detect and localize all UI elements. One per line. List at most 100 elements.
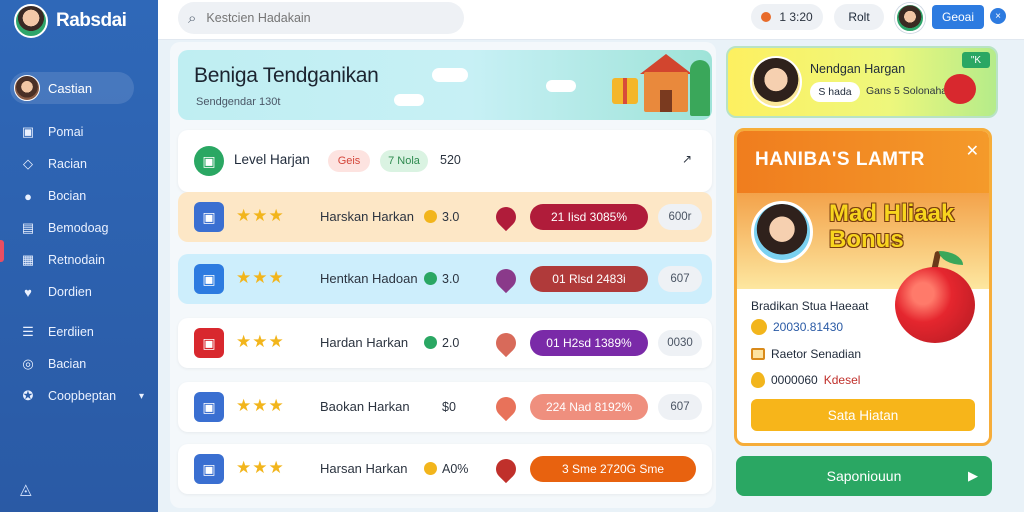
sidebar-item-label: Eerdiien bbox=[48, 325, 94, 339]
table-row[interactable]: ▣ ★★★ Hentkan Hadoan 3.0 01 Rlsd 2483i 607 bbox=[178, 254, 712, 304]
row-tag[interactable]: 607 bbox=[658, 266, 702, 292]
coin-icon bbox=[424, 272, 437, 285]
sidebar: Rabsdai Castian ▣ Pomai ◇ Racian ● Bocian ▤… bbox=[0, 0, 158, 512]
cloud-icon bbox=[432, 68, 468, 82]
drop-icon[interactable]: ◬ bbox=[20, 480, 32, 498]
promo-badge[interactable]: "K bbox=[962, 52, 990, 68]
sidebar-item-label: Bocian bbox=[48, 189, 87, 203]
notifications-button[interactable]: Rolt bbox=[834, 4, 884, 30]
row-tag[interactable]: 0030 bbox=[658, 330, 702, 356]
bonus-line-value: 20030.81430 bbox=[773, 320, 844, 334]
table-row[interactable]: ▣ ★★★ Harsan Harkan A0% 3 Sme 2720G Sme bbox=[178, 444, 712, 494]
coin-icon bbox=[761, 12, 772, 22]
item-icon: ▣ bbox=[194, 328, 224, 358]
sidebar-item-4[interactable]: ▦ Retnodain bbox=[0, 244, 158, 276]
bonus-description: Bradikan Stua Haeaat bbox=[751, 299, 869, 313]
active-indicator bbox=[0, 240, 4, 262]
start-button-label: Saponiouun bbox=[826, 468, 902, 484]
level-card[interactable]: ▣ Level Harjan Geis 7 Nola 520 ↗ bbox=[178, 130, 712, 192]
sidebar-item-8[interactable]: ✪ Coopbeptan ▾ bbox=[0, 380, 158, 412]
start-button[interactable]: Saponiouun ▶ bbox=[736, 456, 992, 496]
bonus-title: HANIBA'S LAMTR bbox=[755, 149, 925, 170]
close-icon[interactable]: ✕ bbox=[966, 141, 979, 161]
page-title: Beniga Tendganikan bbox=[194, 64, 379, 87]
top-action-button[interactable]: Geoai bbox=[932, 5, 984, 29]
sidebar-item-3[interactable]: ▤ Bemodoag bbox=[0, 212, 158, 244]
page-subtitle: Sendgendar 130t bbox=[196, 96, 281, 108]
promo-card[interactable]: Nendgan Hargan S hada Gans 5 Solonaha "K bbox=[726, 46, 998, 118]
topbar: ⌕ 1 3:20 Rolt Geoai × bbox=[158, 0, 1024, 40]
level-chip-green[interactable]: 7 Nola bbox=[380, 150, 428, 172]
table-row[interactable]: ▣ ★★★ Hardan Harkan 2.0 01 H2sd 1389% 0030 bbox=[178, 318, 712, 368]
sidebar-user[interactable]: Castian bbox=[10, 72, 134, 104]
row-value: 3.0 bbox=[442, 210, 460, 224]
bonus-header: HANIBA'S LAMTR ✕ bbox=[737, 131, 989, 193]
sidebar-user-name: Castian bbox=[48, 80, 93, 96]
brand[interactable]: Rabsdai bbox=[14, 4, 127, 38]
house-icon bbox=[636, 54, 694, 114]
sidebar-item-label: Coopbeptan bbox=[48, 389, 117, 403]
close-icon[interactable]: × bbox=[990, 8, 1006, 24]
row-progress-pill[interactable]: 224 Nad 8192% bbox=[530, 394, 648, 420]
avatar[interactable] bbox=[895, 3, 925, 33]
row-value: 2.0 bbox=[442, 336, 460, 350]
promo-chip[interactable]: S hada bbox=[810, 82, 860, 102]
tree-icon bbox=[690, 60, 710, 116]
row-progress-pill[interactable]: 01 Rlsd 2483i bbox=[530, 266, 648, 292]
table-row[interactable]: ▣ ★★★ Baokan Harkan $0 224 Nad 8192% 607 bbox=[178, 382, 712, 432]
gem-icon bbox=[491, 202, 521, 232]
user-icon: ● bbox=[24, 188, 32, 204]
sidebar-item-0[interactable]: ▣ Pomai bbox=[0, 116, 158, 148]
item-icon: ▣ bbox=[194, 264, 224, 294]
row-name: Harskan Harkan bbox=[320, 209, 414, 224]
list-icon: ☰ bbox=[22, 324, 34, 339]
sidebar-item-5[interactable]: ♥ Dordien bbox=[0, 276, 158, 308]
row-progress-pill[interactable]: 3 Sme 2720G Sme bbox=[530, 456, 696, 482]
sidebar-item-label: Pomai bbox=[48, 125, 84, 139]
search-box[interactable]: ⌕ bbox=[178, 2, 464, 34]
tag-icon: ◇ bbox=[23, 156, 33, 171]
bonus-line-reward: Raetor Senadian bbox=[751, 347, 861, 361]
sidebar-item-6[interactable]: ☰ Eerdiien bbox=[0, 316, 158, 348]
row-name: Baokan Harkan bbox=[320, 399, 410, 414]
cloud-icon bbox=[394, 94, 424, 106]
expand-icon[interactable]: ↗ bbox=[682, 152, 692, 166]
star-rating: ★★★ bbox=[236, 458, 285, 477]
star-rating: ★★★ bbox=[236, 396, 285, 415]
row-tag[interactable]: 607 bbox=[658, 394, 702, 420]
level-chip-red[interactable]: Geis bbox=[328, 150, 370, 172]
level-icon: ▣ bbox=[194, 146, 224, 176]
star-rating: ★★★ bbox=[236, 268, 285, 287]
row-progress-pill[interactable]: 01 H2sd 1389% bbox=[530, 330, 648, 356]
search-input[interactable] bbox=[206, 11, 427, 25]
table-row[interactable]: ▣ ★★★ Harskan Harkan 3.0 21 Iisd 3085% 600r bbox=[178, 192, 712, 242]
brand-name: Rabsdai bbox=[56, 10, 127, 31]
sidebar-item-1[interactable]: ◇ Racian bbox=[0, 148, 158, 180]
gem-icon bbox=[491, 392, 521, 422]
row-tag[interactable]: 600r bbox=[658, 204, 702, 230]
sidebar-item-7[interactable]: ◎ Bacian bbox=[0, 348, 158, 380]
grid-icon: ▦ bbox=[21, 252, 35, 267]
promo-note: Gans 5 Solonaha bbox=[866, 85, 948, 97]
sidebar-item-label: Bemodoag bbox=[48, 221, 109, 235]
row-progress-pill[interactable]: 21 Iisd 3085% bbox=[530, 204, 648, 230]
apple-icon bbox=[895, 267, 975, 343]
bonus-headline: Mad Hliaak Bonus bbox=[829, 201, 954, 253]
level-title: Level Harjan bbox=[234, 152, 310, 167]
coin-icon bbox=[424, 336, 437, 349]
sidebar-item-label: Dordien bbox=[48, 285, 92, 299]
sidebar-item-2[interactable]: ● Bocian bbox=[0, 180, 158, 212]
coin-balance-value: 1 3:20 bbox=[779, 10, 813, 24]
chevron-down-icon: ▾ bbox=[138, 390, 144, 402]
gem-icon bbox=[491, 264, 521, 294]
claim-button[interactable]: Sata Hiatan bbox=[751, 399, 975, 431]
hero-banner: Beniga Tendganikan Sendgendar 130t bbox=[178, 50, 712, 120]
level-value: 520 bbox=[440, 153, 461, 167]
row-name: Hentkan Hadoan bbox=[320, 271, 418, 286]
sidebar-nav: ▣ Pomai ◇ Racian ● Bocian ▤ Bemodoag ▦ Retnod… bbox=[0, 116, 158, 412]
avatar bbox=[14, 75, 40, 101]
item-icon: ▣ bbox=[194, 454, 224, 484]
sidebar-item-label: Bacian bbox=[48, 357, 87, 371]
main-panel: Beniga Tendganikan Sendgendar 130t ▣ Lev… bbox=[170, 42, 716, 508]
coin-balance[interactable]: 1 3:20 bbox=[751, 4, 823, 30]
